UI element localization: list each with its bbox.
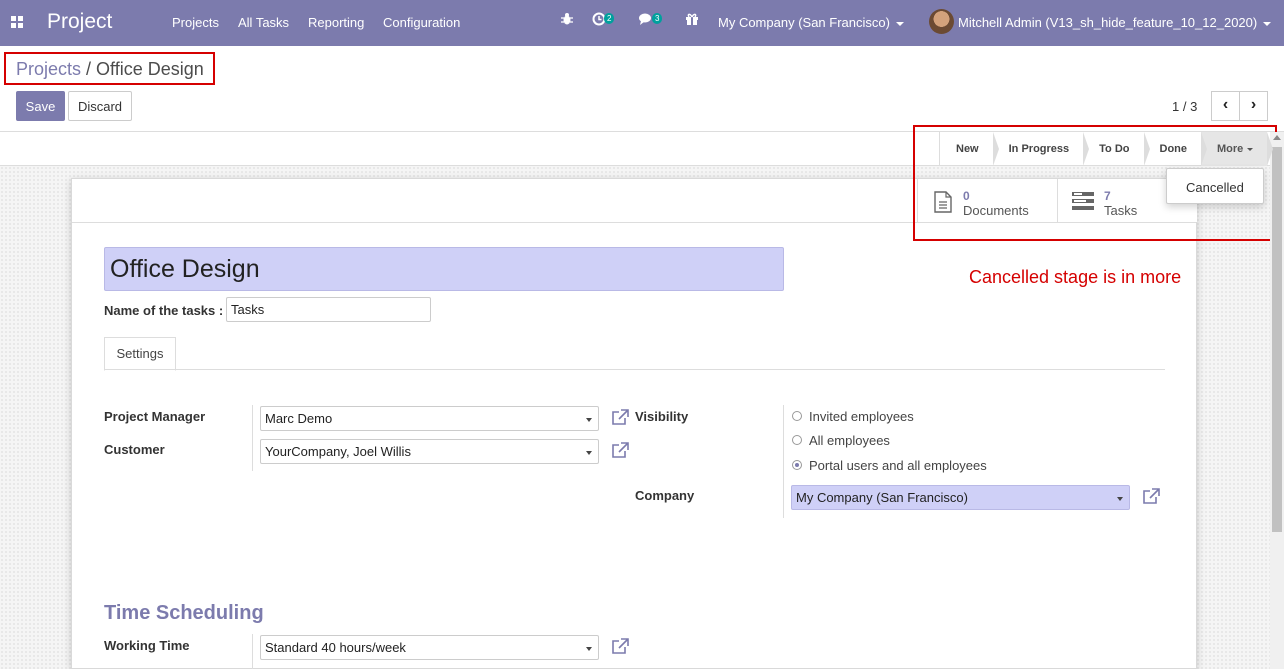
project-manager-select[interactable]: Marc Demo	[260, 406, 599, 431]
customer-value: YourCompany, Joel Willis	[265, 444, 411, 459]
tab-settings[interactable]: Settings	[104, 337, 176, 371]
chevron-down-icon	[1263, 21, 1272, 26]
radio-label: Portal users and all employees	[809, 458, 987, 473]
tasks-name-field[interactable]: Tasks	[226, 297, 431, 322]
save-button[interactable]: Save	[16, 91, 65, 121]
company-switcher[interactable]: My Company (San Francisco)	[718, 15, 904, 30]
bug-icon[interactable]	[560, 12, 574, 29]
user-menu[interactable]: Mitchell Admin (V13_sh_hide_feature_10_1…	[958, 15, 1272, 30]
radio-invited-employees[interactable]	[792, 411, 802, 421]
tab-divider	[104, 369, 1165, 370]
project-manager-label: Project Manager	[104, 409, 206, 424]
external-link-icon[interactable]	[1142, 488, 1160, 504]
chevron-down-icon	[895, 21, 904, 26]
chevron-down-icon	[586, 451, 592, 455]
working-time-select[interactable]: Standard 40 hours/week	[260, 635, 599, 660]
chevron-down-icon	[586, 418, 592, 422]
chevron-down-icon	[1117, 497, 1123, 501]
field-separator	[252, 634, 253, 669]
section-title: Time Scheduling	[104, 602, 264, 624]
visibility-label: Visibility	[635, 409, 689, 424]
company-select[interactable]: My Company (San Francisco)	[791, 485, 1130, 510]
project-name-field[interactable]: Office Design	[104, 247, 784, 291]
apps-menu-icon[interactable]	[11, 16, 23, 28]
messages-icon[interactable]	[638, 12, 652, 29]
pager-value: 1 / 3	[1172, 99, 1198, 114]
top-navbar: Project Projects All Tasks Reporting Con…	[0, 0, 1284, 46]
scroll-up-arrow-icon[interactable]	[1273, 135, 1281, 140]
external-link-icon[interactable]	[611, 442, 629, 458]
menu-projects[interactable]: Projects	[172, 15, 219, 30]
highlight-box-breadcrumb	[4, 52, 215, 85]
working-time-value: Standard 40 hours/week	[265, 640, 406, 655]
field-separator	[252, 405, 253, 471]
tasks-name-label: Name of the tasks :	[104, 303, 224, 318]
external-link-icon[interactable]	[611, 409, 629, 425]
radio-all-employees[interactable]	[792, 435, 802, 445]
chevron-down-icon	[586, 647, 592, 651]
external-link-icon[interactable]	[611, 638, 629, 654]
highlight-box-stages	[913, 125, 1277, 241]
radio-portal-users[interactable]	[792, 460, 802, 470]
field-separator	[783, 405, 784, 518]
project-manager-value: Marc Demo	[265, 411, 333, 426]
customer-select[interactable]: YourCompany, Joel Willis	[260, 439, 599, 464]
menu-all-tasks[interactable]: All Tasks	[238, 15, 289, 30]
pager-next-button[interactable]: ›	[1239, 91, 1268, 121]
company-value: My Company (San Francisco)	[796, 490, 968, 505]
activity-count-badge: 2	[604, 13, 615, 24]
gift-icon[interactable]	[685, 12, 699, 29]
app-brand[interactable]: Project	[47, 10, 112, 34]
radio-label: Invited employees	[809, 409, 914, 424]
company-label: Company	[635, 488, 695, 503]
menu-configuration[interactable]: Configuration	[383, 15, 460, 30]
customer-label: Customer	[104, 442, 165, 457]
working-time-label: Working Time	[104, 638, 190, 653]
discard-button[interactable]: Discard	[68, 91, 132, 121]
message-count-badge: 3	[652, 13, 663, 24]
radio-label: All employees	[809, 433, 890, 448]
avatar[interactable]	[929, 9, 954, 34]
pager-previous-button[interactable]: ‹	[1211, 91, 1240, 121]
scrollbar-thumb[interactable]	[1272, 147, 1282, 532]
annotation-text: Cancelled stage is in more	[969, 267, 1182, 287]
menu-reporting[interactable]: Reporting	[308, 15, 364, 30]
